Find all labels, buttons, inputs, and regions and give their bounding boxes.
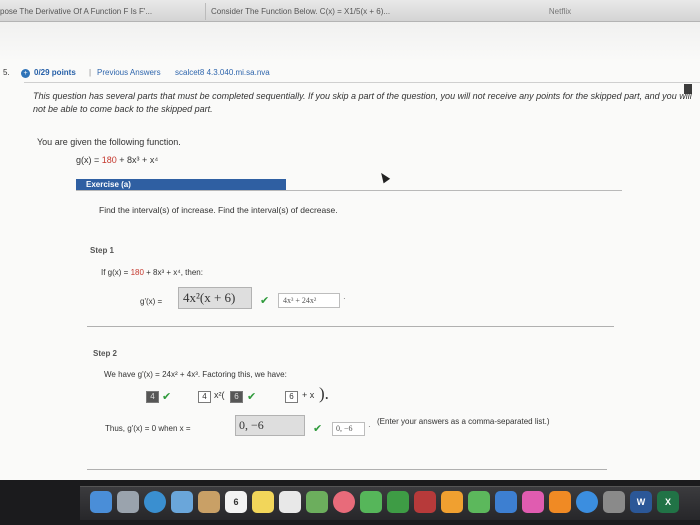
check-icon: ✔ bbox=[313, 423, 323, 435]
check-icon: ✔ bbox=[247, 391, 257, 403]
function-constant: 180 bbox=[101, 155, 117, 165]
dot-icon: · bbox=[368, 422, 371, 431]
points-icon: + bbox=[21, 69, 30, 78]
page-top bbox=[0, 22, 700, 62]
factor-x-squared: x²( bbox=[214, 390, 225, 400]
browser-tab[interactable]: pose The Derivative Of A Function F Is F… bbox=[0, 3, 195, 20]
step1-label: Step 1 bbox=[90, 246, 115, 255]
photos-icon[interactable] bbox=[333, 491, 355, 513]
dock: 6 WX bbox=[0, 480, 700, 525]
pages-icon[interactable] bbox=[441, 491, 463, 513]
check-icon: ✔ bbox=[162, 391, 172, 403]
photo-booth-icon[interactable] bbox=[414, 491, 436, 513]
excel-icon[interactable]: X bbox=[657, 491, 679, 513]
itunes-icon[interactable] bbox=[522, 491, 544, 513]
step2-answer-input[interactable]: 0, −6 bbox=[235, 415, 305, 436]
closing-paren: ). bbox=[319, 384, 329, 403]
factor-input-2[interactable]: 6 bbox=[230, 391, 243, 403]
contacts-icon[interactable] bbox=[198, 491, 220, 513]
step-divider bbox=[87, 469, 607, 470]
numbers-icon[interactable] bbox=[468, 491, 490, 513]
launchpad-icon[interactable] bbox=[117, 491, 139, 513]
step2-label: Step 2 bbox=[93, 349, 118, 358]
step1-text-a: If g(x) = bbox=[101, 268, 131, 277]
function-lhs: g(x) = bbox=[76, 155, 102, 165]
calendar-icon[interactable]: 6 bbox=[225, 491, 247, 513]
notes-icon[interactable] bbox=[252, 491, 274, 513]
function-rest: + 8x³ + x⁴ bbox=[116, 155, 159, 165]
system-preferences-icon[interactable] bbox=[603, 491, 625, 513]
finder-icon[interactable] bbox=[90, 491, 112, 513]
exercise-divider bbox=[76, 190, 622, 191]
word-icon[interactable]: W bbox=[630, 491, 652, 513]
messages-icon[interactable] bbox=[360, 491, 382, 513]
reminders-icon[interactable] bbox=[279, 491, 301, 513]
step1-answer-input[interactable]: 4x²(x + 6) bbox=[178, 287, 252, 309]
maps-icon[interactable] bbox=[306, 491, 328, 513]
comma-list-note: (Enter your answers as a comma-separated… bbox=[377, 417, 550, 426]
safari-icon[interactable] bbox=[144, 491, 166, 513]
question-source: scalcet8 4.3.040.mi.sa.nva bbox=[175, 68, 270, 77]
question-header: 5. + 0/29 points | Previous Answers scal… bbox=[0, 68, 700, 82]
header-divider bbox=[24, 82, 700, 83]
sequential-notice: This question has several parts that mus… bbox=[33, 91, 692, 114]
app-store-icon[interactable] bbox=[576, 491, 598, 513]
webassign-page: 5. + 0/29 points | Previous Answers scal… bbox=[0, 22, 700, 480]
factor-correct-2: 6 bbox=[285, 391, 298, 403]
step1-correct-answer: 4x³ + 24x² bbox=[278, 293, 340, 308]
facetime-icon[interactable] bbox=[387, 491, 409, 513]
question-number: 5. bbox=[3, 68, 10, 77]
browser-tab[interactable]: Netflix bbox=[500, 3, 620, 20]
mail-icon[interactable] bbox=[171, 491, 193, 513]
step1-text-b: + 8x³ + x⁴, then: bbox=[143, 268, 203, 277]
points-score: 0/29 points bbox=[34, 68, 76, 77]
step1-statement: If g(x) = 180 + 8x³ + x⁴, then: bbox=[101, 268, 203, 277]
ibooks-icon[interactable] bbox=[549, 491, 571, 513]
exercise-instruction: Find the interval(s) of increase. Find t… bbox=[99, 205, 338, 215]
step-divider bbox=[87, 326, 614, 327]
keynote-icon[interactable] bbox=[495, 491, 517, 513]
browser-tab[interactable]: Consider The Function Below. C(x) = X1/5… bbox=[205, 3, 435, 20]
function-definition: g(x) = 180 + 8x³ + x⁴ bbox=[76, 155, 158, 165]
factor-plus-x: + x bbox=[302, 390, 315, 400]
check-icon: ✔ bbox=[260, 295, 270, 307]
mouse-cursor-icon bbox=[377, 170, 391, 184]
given-text: You are given the following function. bbox=[37, 137, 181, 147]
step2-correct-answer: 0, −6 bbox=[332, 422, 365, 436]
factor-input-1[interactable]: 4 bbox=[146, 391, 159, 403]
gprime-label: g'(x) = bbox=[140, 297, 163, 306]
browser-tab-bar: pose The Derivative Of A Function F Is F… bbox=[0, 0, 700, 22]
dot-icon: · bbox=[343, 294, 346, 303]
dock-shelf: 6 WX bbox=[80, 486, 700, 520]
step2-conclusion: Thus, g'(x) = 0 when x = bbox=[105, 424, 191, 433]
step2-statement: We have g'(x) = 24x² + 4x³. Factoring th… bbox=[104, 370, 287, 379]
step1-constant: 180 bbox=[130, 268, 144, 277]
previous-answers-link[interactable]: Previous Answers bbox=[97, 68, 161, 77]
header-separator: | bbox=[89, 68, 92, 77]
factor-correct-1: 4 bbox=[198, 391, 211, 403]
